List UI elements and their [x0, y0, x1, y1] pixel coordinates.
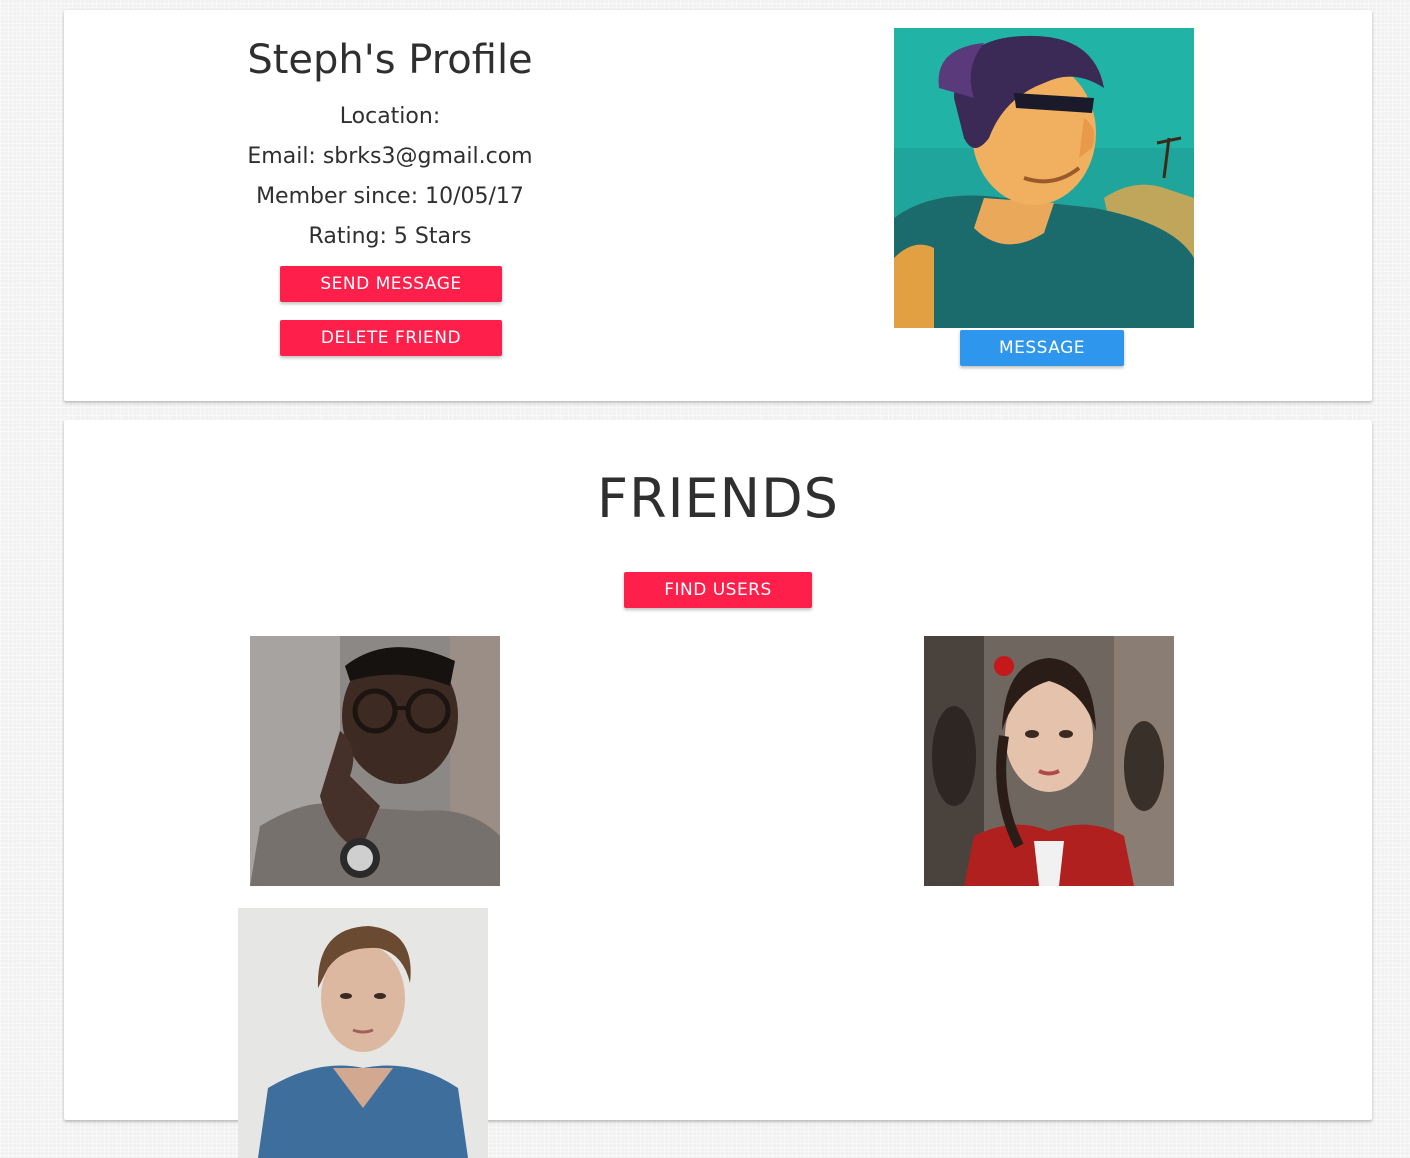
- friend-photo-image: [924, 636, 1174, 886]
- profile-rating: Rating: 5 Stars: [308, 224, 472, 249]
- friends-title: FRIENDS: [597, 467, 839, 530]
- friend-photo-image: [250, 636, 500, 886]
- delete-friend-button[interactable]: DELETE FRIEND: [280, 320, 502, 356]
- friend-photo-image: [238, 908, 488, 1158]
- friend-photo[interactable]: [250, 636, 500, 886]
- friend-photo[interactable]: [238, 908, 488, 1158]
- profile-card: Steph's Profile Location: Email: sbrks3@…: [64, 10, 1372, 401]
- profile-title: Steph's Profile: [247, 37, 533, 83]
- profile-member-since: Member since: 10/05/17: [256, 184, 524, 209]
- send-message-button[interactable]: SEND MESSAGE: [280, 266, 502, 302]
- message-button[interactable]: MESSAGE: [960, 330, 1124, 366]
- profile-info: Steph's Profile Location: Email: sbrks3@…: [190, 10, 590, 257]
- profile-avatar: [894, 28, 1194, 328]
- profile-email: Email: sbrks3@gmail.com: [247, 144, 533, 169]
- profile-avatar-image: [894, 28, 1194, 328]
- profile-location: Location:: [339, 104, 441, 129]
- friends-card: FRIENDS FIND USERS: [64, 420, 1372, 1158]
- find-users-button[interactable]: FIND USERS: [624, 572, 812, 608]
- friend-photo[interactable]: [924, 636, 1174, 886]
